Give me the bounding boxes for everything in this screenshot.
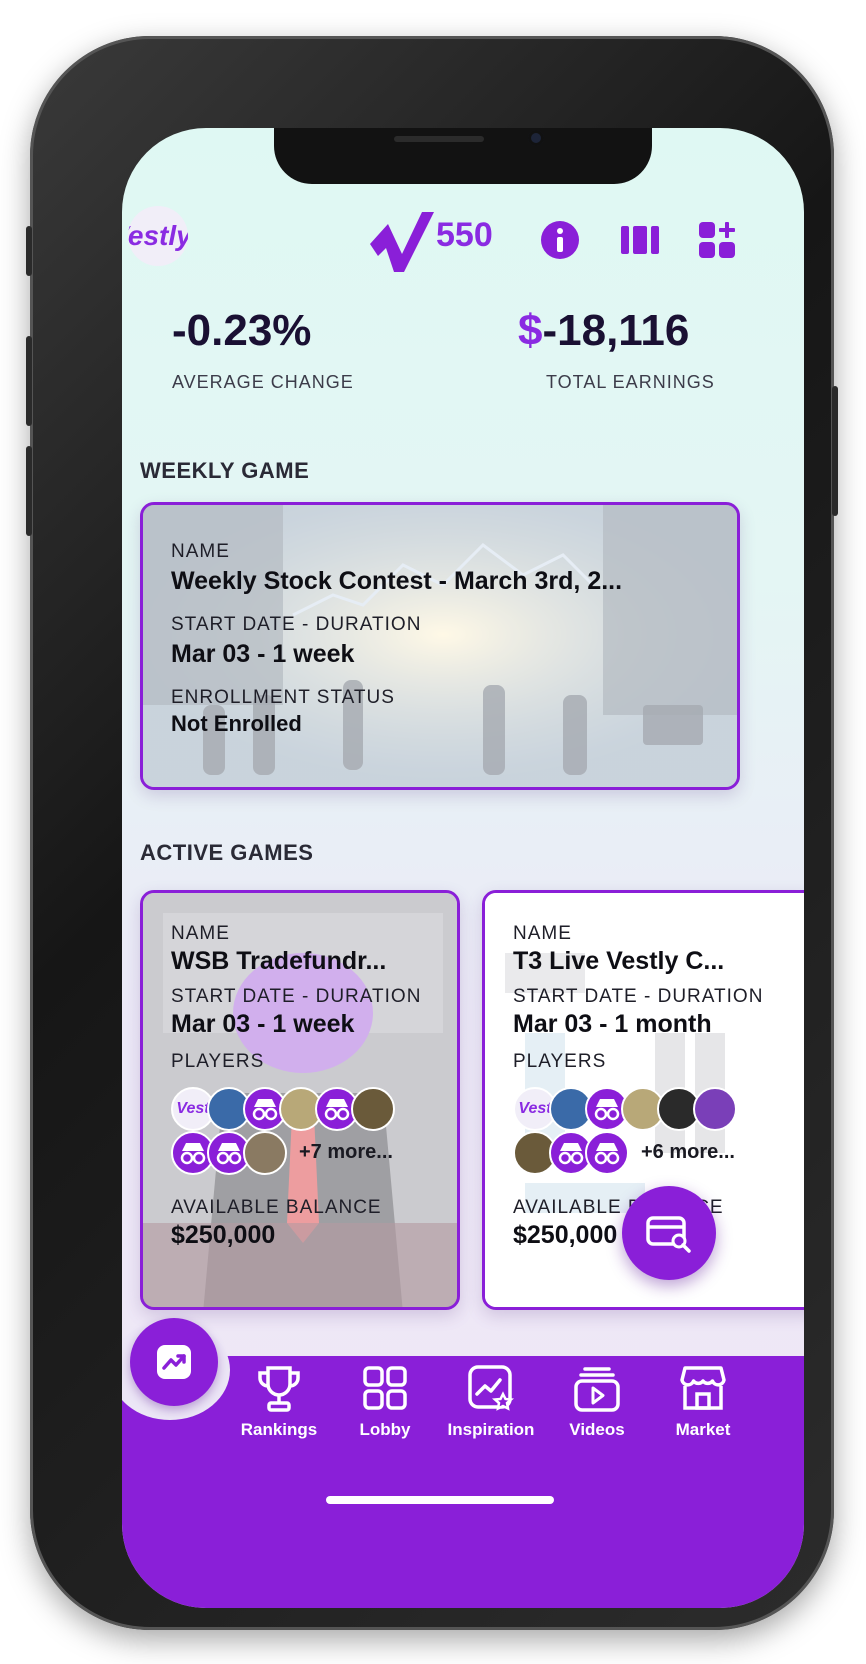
game-start: Mar 03 - 1 week xyxy=(171,1010,355,1038)
home-indicator[interactable] xyxy=(326,1496,554,1504)
nav-label: Videos xyxy=(569,1420,625,1439)
weekly-start-label: START DATE - DURATION xyxy=(171,614,422,635)
video-stack-icon xyxy=(574,1367,620,1412)
average-change-value: -0.23% xyxy=(172,306,312,355)
nav-lobby[interactable]: Lobby xyxy=(330,1364,440,1440)
total-earnings-label: TOTAL EARNINGS xyxy=(546,372,715,392)
grid-icon xyxy=(363,1366,407,1410)
nav-market[interactable]: Market xyxy=(648,1364,758,1440)
avatar xyxy=(351,1087,395,1131)
weekly-start: Mar 03 - 1 week xyxy=(171,640,355,668)
average-change-label: AVERAGE CHANGE xyxy=(172,372,354,392)
trend-chart-icon xyxy=(157,1345,191,1379)
players-avatars[interactable]: Vest +6 more... xyxy=(513,1087,804,1179)
weekly-game-title: WEEKLY GAME xyxy=(140,458,310,483)
earnings-currency: $ xyxy=(518,306,543,355)
players-avatars[interactable]: Vest +7 more... xyxy=(171,1087,445,1179)
app-screen: Vestly 550 -0.23% AVERAGE CHANGE $-18,11… xyxy=(122,128,804,1608)
nav-rankings[interactable]: Rankings xyxy=(224,1364,334,1440)
active-games-title: ACTIVE GAMES xyxy=(140,840,314,865)
balance-value: $250,000 xyxy=(171,1221,276,1249)
game-name-label: NAME xyxy=(513,923,572,944)
weekly-name-label: NAME xyxy=(171,541,230,562)
more-players[interactable]: +6 more... xyxy=(641,1141,735,1164)
nav-inspiration[interactable]: Inspiration xyxy=(436,1364,546,1440)
more-players[interactable]: +7 more... xyxy=(299,1141,393,1164)
columns-icon[interactable] xyxy=(620,220,660,260)
players-label: PLAYERS xyxy=(513,1051,607,1072)
trophy-icon xyxy=(258,1366,300,1412)
profile-avatar[interactable]: Vestly xyxy=(128,206,188,266)
weekly-status: Not Enrolled xyxy=(171,711,302,736)
vestly-v-logo-icon xyxy=(370,212,434,272)
game-name: WSB Tradefundr... xyxy=(171,947,387,975)
nav-label: Lobby xyxy=(359,1420,411,1439)
nav-label: Rankings xyxy=(240,1420,318,1439)
weekly-status-label: ENROLLMENT STATUS xyxy=(171,687,395,708)
avatar xyxy=(243,1131,287,1175)
game-name-label: NAME xyxy=(171,923,230,944)
active-game-card[interactable]: NAME WSB Tradefundr... START DATE - DURA… xyxy=(140,890,460,1310)
players-label: PLAYERS xyxy=(171,1051,265,1072)
game-start: Mar 03 - 1 month xyxy=(513,1010,712,1038)
game-name: T3 Live Vestly C... xyxy=(513,947,725,975)
nav-videos[interactable]: Videos xyxy=(542,1364,652,1440)
info-icon[interactable] xyxy=(540,220,580,260)
chart-star-icon xyxy=(468,1365,515,1411)
storefront-icon xyxy=(680,1366,726,1410)
game-start-label: START DATE - DURATION xyxy=(513,986,764,1007)
nav-label: Market xyxy=(675,1420,731,1439)
incognito-icon xyxy=(585,1131,629,1175)
wallet-search-button[interactable] xyxy=(622,1186,716,1280)
balance-label: AVAILABLE BALANCE xyxy=(171,1197,382,1218)
points-score: 550 xyxy=(436,216,493,254)
earnings-amount: -18,116 xyxy=(542,306,690,355)
avatar xyxy=(693,1087,737,1131)
game-start-label: START DATE - DURATION xyxy=(171,986,422,1007)
portfolio-nav-button[interactable] xyxy=(130,1318,218,1406)
add-widget-icon[interactable] xyxy=(698,220,738,260)
total-earnings-value: $-18,116 xyxy=(518,306,689,356)
phone-frame: Vestly 550 -0.23% AVERAGE CHANGE $-18,11… xyxy=(26,36,838,1630)
wallet-search-icon xyxy=(646,1216,691,1253)
notch xyxy=(274,128,652,184)
weekly-name: Weekly Stock Contest - March 3rd, 2... xyxy=(171,567,623,595)
nav-label: Inspiration xyxy=(447,1420,535,1439)
weekly-game-card[interactable]: NAME Weekly Stock Contest - March 3rd, 2… xyxy=(140,502,740,790)
logo-text: Vestly xyxy=(128,220,188,251)
